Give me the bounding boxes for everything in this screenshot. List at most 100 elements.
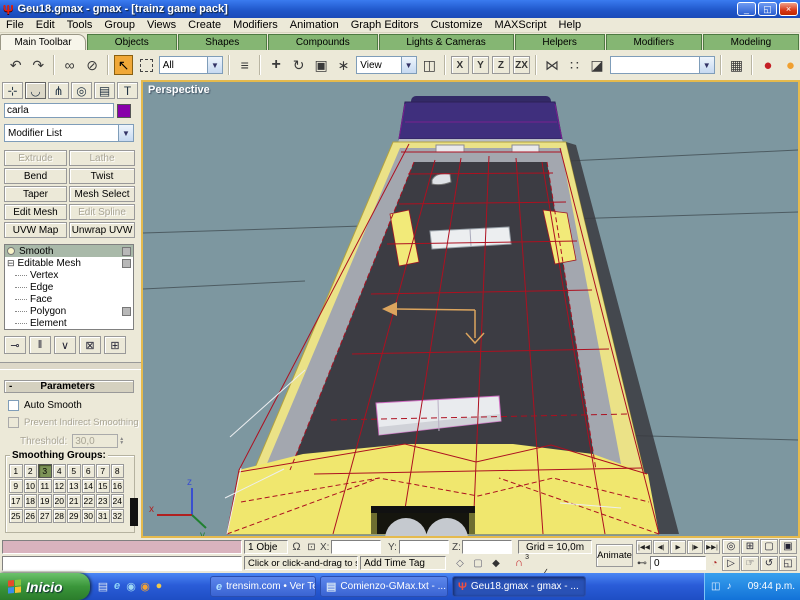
smoothing-group-30[interactable]: 30	[82, 509, 96, 523]
x-coordinate-field[interactable]	[331, 540, 381, 554]
smoothing-group-13[interactable]: 13	[67, 479, 81, 493]
train-model[interactable]	[225, 96, 679, 536]
smoothing-group-10[interactable]: 10	[24, 479, 38, 493]
smoothing-group-17[interactable]: 17	[9, 494, 23, 508]
modifier-list-dropdown[interactable]: Modifier List▼	[4, 124, 134, 142]
smoothing-group-14[interactable]: 14	[82, 479, 96, 493]
array-icon[interactable]: ∷	[565, 55, 584, 75]
zoom-all-icon[interactable]: ⊞	[741, 539, 759, 554]
stack-toggle-square[interactable]	[122, 259, 131, 268]
mirror-icon[interactable]: ⋈	[542, 55, 561, 75]
go-to-end-button[interactable]: ▶▶|	[704, 540, 720, 554]
smoothing-group-5[interactable]: 5	[67, 464, 81, 478]
start-button[interactable]: Inicio	[0, 573, 90, 600]
smoothing-group-15[interactable]: 15	[96, 479, 110, 493]
named-selection-sets-icon[interactable]: ▦	[727, 55, 746, 75]
menu-group[interactable]: Group	[98, 19, 141, 31]
stack-toggle-square[interactable]	[122, 307, 131, 316]
restrict-x-button[interactable]: X	[451, 56, 469, 74]
titlebar[interactable]: Ψ Geu18.gmax - gmax - [trainz game pack]…	[0, 0, 800, 18]
current-frame-field[interactable]: 0	[650, 556, 706, 570]
reference-coordinate-dropdown[interactable]: View▼	[356, 56, 416, 74]
stack-item-vertex[interactable]: Vertex	[5, 269, 133, 281]
stack-item-smooth[interactable]: Smooth	[5, 245, 133, 257]
selection-region-mode-icon[interactable]: ▢	[470, 556, 486, 570]
select-and-manipulate-icon[interactable]: ∗	[334, 55, 353, 75]
menu-maxscript[interactable]: MAXScript	[489, 19, 553, 31]
smoothing-group-28[interactable]: 28	[53, 509, 67, 523]
smoothing-group-24[interactable]: 24	[111, 494, 125, 508]
tab-shapes[interactable]: Shapes	[178, 34, 268, 50]
min-max-toggle-icon[interactable]: ◱	[779, 556, 797, 571]
tab-objects[interactable]: Objects	[87, 34, 177, 50]
smoothing-group-18[interactable]: 18	[24, 494, 38, 508]
key-mode-icon[interactable]: ⊷	[636, 556, 648, 570]
selection-lock-icon[interactable]: Ω	[290, 540, 303, 554]
z-coordinate-field[interactable]	[462, 540, 512, 554]
twist-button[interactable]: Twist	[69, 168, 135, 184]
perspective-viewport[interactable]: Perspective	[141, 80, 800, 538]
menu-animation[interactable]: Animation	[284, 19, 345, 31]
uvw-map-button[interactable]: UVW Map	[4, 222, 67, 238]
minimize-button[interactable]: _	[737, 2, 756, 16]
hierarchy-panel-icon[interactable]: ⋔	[48, 82, 69, 99]
animate-button[interactable]: Animate	[596, 544, 633, 567]
smoothing-group-2[interactable]: 2	[24, 464, 38, 478]
volume-icon[interactable]: ♪	[726, 581, 731, 592]
collapse-icon[interactable]: -	[9, 381, 12, 392]
unwrap-uvw-button[interactable]: Unwrap UVW	[69, 222, 135, 238]
object-name-field[interactable]	[4, 103, 114, 118]
time-configuration-icon[interactable]: ◔	[708, 556, 721, 570]
expand-collapse-icon[interactable]: ⊟	[7, 258, 15, 269]
smoothing-group-6[interactable]: 6	[82, 464, 96, 478]
smoothing-group-11[interactable]: 11	[38, 479, 52, 493]
stack-item-editable-mesh[interactable]: ⊟ Editable Mesh	[5, 257, 133, 269]
menu-create[interactable]: Create	[182, 19, 227, 31]
smoothing-group-8[interactable]: 8	[111, 464, 125, 478]
menu-views[interactable]: Views	[141, 19, 182, 31]
stack-toggle-square[interactable]	[122, 247, 131, 256]
restore-button[interactable]: ◱	[758, 2, 777, 16]
pin-stack-icon[interactable]: ⊸	[4, 336, 26, 354]
modify-panel-icon[interactable]: ◡	[25, 82, 46, 99]
pan-icon[interactable]: ☞	[741, 556, 759, 571]
taskbar-item-comienzo-gmax-txt[interactable]: ▤ Comienzo-GMax.txt - ...	[320, 576, 448, 597]
menu-modifiers[interactable]: Modifiers	[227, 19, 284, 31]
modifier-bulb-icon[interactable]	[7, 247, 15, 255]
show-end-result-icon[interactable]: ‖	[29, 336, 51, 354]
restrict-z-button[interactable]: Z	[492, 56, 510, 74]
chrome-icon[interactable]: ●	[152, 579, 166, 593]
smoothing-group-23[interactable]: 23	[96, 494, 110, 508]
macro-recorder-field[interactable]	[2, 540, 242, 554]
menu-customize[interactable]: Customize	[425, 19, 489, 31]
menu-file[interactable]: File	[0, 19, 30, 31]
taper-button[interactable]: Taper	[4, 186, 67, 202]
select-by-name-icon[interactable]: ≡	[235, 55, 254, 75]
media-player-icon[interactable]: ◉	[138, 579, 152, 593]
tab-modeling[interactable]: Modeling	[703, 34, 799, 50]
smoothing-group-4[interactable]: 4	[53, 464, 67, 478]
solid-cube-icon[interactable]: ◆	[488, 556, 504, 570]
undo-icon[interactable]: ↶	[6, 55, 25, 75]
smoothing-group-29[interactable]: 29	[67, 509, 81, 523]
mesh-select-button[interactable]: Mesh Select	[69, 186, 135, 202]
edit-mesh-button[interactable]: Edit Mesh	[4, 204, 67, 220]
field-of-view-icon[interactable]: ▷	[722, 556, 740, 571]
internet-explorer-icon[interactable]: e	[110, 579, 124, 593]
stack-item-polygon[interactable]: Polygon	[5, 305, 133, 317]
tab-compounds[interactable]: Compounds	[268, 34, 378, 50]
create-panel-icon[interactable]: ⊹	[2, 82, 23, 99]
smoothing-group-26[interactable]: 26	[24, 509, 38, 523]
tab-helpers[interactable]: Helpers	[515, 34, 605, 50]
object-color-swatch[interactable]	[117, 104, 131, 118]
zoom-extents-all-icon[interactable]: ▣	[779, 539, 797, 554]
taskbar-item-geu18-gmax[interactable]: Ψ Geu18.gmax - gmax - ...	[452, 576, 586, 597]
select-and-scale-icon[interactable]: ▣	[311, 55, 330, 75]
auto-smooth-checkbox[interactable]	[8, 400, 19, 411]
rectangular-selection-region-icon[interactable]	[136, 55, 155, 75]
taskbar-clock[interactable]: 09:44 p.m.	[748, 581, 795, 592]
zoom-icon[interactable]: ◎	[722, 539, 740, 554]
tab-main-toolbar[interactable]: Main Toolbar	[0, 34, 86, 50]
remove-modifier-icon[interactable]: ⊠	[79, 336, 101, 354]
select-and-rotate-icon[interactable]: ↻	[289, 55, 308, 75]
